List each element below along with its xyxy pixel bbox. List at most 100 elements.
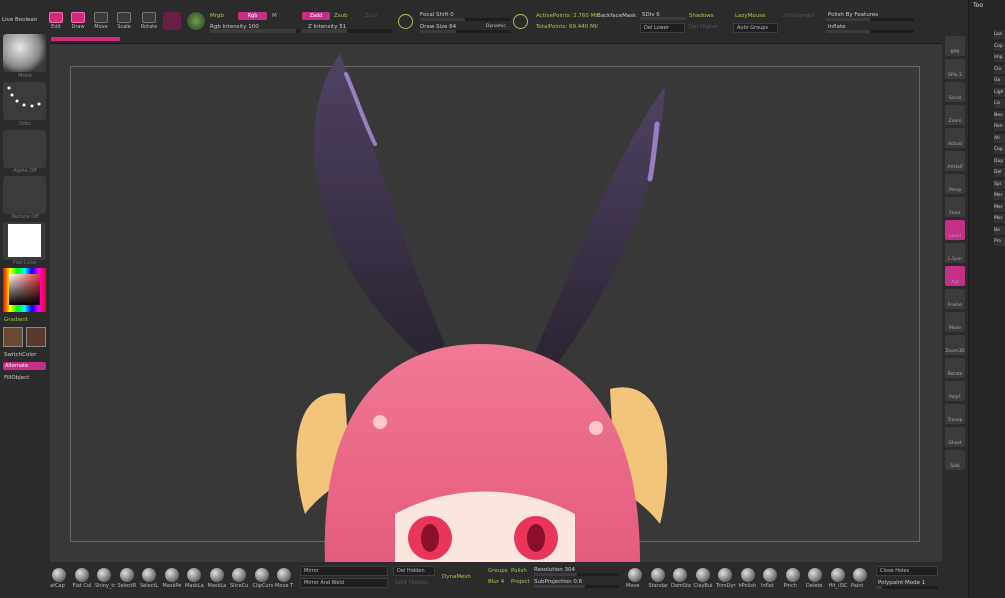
draw-tool-button[interactable]: Draw bbox=[69, 12, 87, 30]
backface-mask-button[interactable]: BackfaceMask bbox=[597, 13, 636, 19]
sculpt-brush-icon[interactable] bbox=[830, 568, 845, 582]
groups-button[interactable]: Groups bbox=[488, 568, 508, 574]
sculptris-icon[interactable] bbox=[163, 12, 181, 30]
gradient-label[interactable]: Gradient bbox=[4, 317, 28, 323]
split-hidden-button[interactable]: Split Hidden bbox=[395, 580, 428, 586]
zcut-button[interactable]: Zcut bbox=[365, 13, 377, 19]
viewport-canvas[interactable] bbox=[50, 44, 942, 562]
tool-palette-item[interactable]: Clo bbox=[994, 64, 1005, 74]
tool-palette-item[interactable]: Cop bbox=[994, 145, 1005, 154]
sculpt-brush-icon[interactable] bbox=[718, 568, 732, 582]
quick-brush-icon[interactable] bbox=[209, 568, 224, 582]
rotate-tool-button[interactable]: Rotate bbox=[138, 12, 160, 30]
quick-brush-icon[interactable] bbox=[119, 568, 134, 582]
focal-shift-icon[interactable] bbox=[398, 14, 413, 29]
tool-palette-item[interactable]: Loa bbox=[994, 30, 1005, 39]
quick-brush-icon[interactable] bbox=[254, 568, 269, 582]
tool-palette-item[interactable]: Pro bbox=[994, 237, 1005, 246]
z-intensity-slider[interactable] bbox=[302, 29, 392, 33]
sculpt-brush-icon[interactable] bbox=[785, 568, 800, 582]
sculpt-brush-icon[interactable] bbox=[808, 568, 822, 582]
dynamic-button[interactable]: Dynamic bbox=[486, 24, 506, 29]
dynamesh-button[interactable]: DynaMesh bbox=[442, 574, 471, 580]
shadows-button[interactable]: Shadows bbox=[689, 13, 714, 19]
color-picker[interactable] bbox=[3, 268, 46, 312]
tool-palette-item[interactable]: Ren bbox=[994, 122, 1005, 131]
blur-label[interactable]: Blur 4 bbox=[488, 579, 504, 585]
tool-palette-item[interactable]: Mer bbox=[994, 214, 1005, 223]
close-holes-button[interactable]: Close Holes bbox=[876, 566, 938, 576]
del-lower-button[interactable]: Del Lower bbox=[640, 23, 685, 33]
switch-color-button[interactable]: SwitchColor bbox=[4, 352, 37, 358]
color-square[interactable] bbox=[9, 274, 40, 305]
tool-palette-item[interactable]: Cop bbox=[994, 41, 1005, 51]
del-hidden-button[interactable]: Del Hidden bbox=[393, 566, 435, 576]
dynamic-d-icon[interactable] bbox=[513, 14, 528, 29]
lazymouse-button[interactable]: LazyMouse bbox=[735, 13, 765, 19]
shelf-label: Rotate bbox=[947, 372, 963, 377]
sculpt-brush-icon[interactable] bbox=[763, 568, 777, 582]
quick-brush-icon[interactable] bbox=[74, 568, 89, 582]
del-higher-button[interactable]: Del Higher bbox=[689, 24, 718, 30]
material-sphere-icon[interactable] bbox=[187, 12, 205, 30]
zsub-button[interactable]: Zsub bbox=[334, 13, 348, 19]
sdiv-slider[interactable] bbox=[640, 17, 686, 20]
fill-object-button[interactable]: FillObject bbox=[4, 375, 29, 381]
tool-palette-item[interactable]: Dup bbox=[994, 156, 1005, 166]
tool-palette-item[interactable]: Nev bbox=[994, 110, 1005, 120]
tool-palette-item[interactable]: Bo bbox=[994, 225, 1005, 235]
tool-palette-item[interactable]: Mer bbox=[994, 202, 1005, 212]
tool-palette-item[interactable]: Spl bbox=[994, 179, 1005, 189]
material-thumbnail[interactable] bbox=[3, 222, 46, 260]
live-boolean-button[interactable]: Live Boolean bbox=[2, 17, 37, 23]
focal-shift-slider[interactable] bbox=[420, 18, 510, 21]
tool-palette-header: Too bbox=[973, 2, 983, 9]
tool-palette-item[interactable]: Mer bbox=[994, 191, 1005, 200]
auto-groups-button[interactable]: Auto Groups bbox=[733, 23, 778, 33]
inflate-slider[interactable] bbox=[826, 30, 914, 33]
resolution-slider[interactable] bbox=[534, 573, 619, 576]
polish-button[interactable]: Polish bbox=[511, 568, 527, 574]
mirror-and-weld-button[interactable]: Mirror And Weld bbox=[300, 578, 388, 588]
mirror-button[interactable]: Mirror bbox=[300, 566, 388, 576]
quick-brush-icon[interactable] bbox=[97, 568, 111, 582]
quick-brush-icon[interactable] bbox=[52, 568, 66, 582]
tool-palette-item[interactable]: All bbox=[994, 133, 1005, 143]
sculpt-brush-icon[interactable] bbox=[740, 568, 755, 582]
edit-tool-button[interactable]: Edit bbox=[47, 12, 65, 30]
zadd-button[interactable]: Zadd bbox=[302, 12, 330, 20]
move-tool-button[interactable]: Move bbox=[92, 12, 110, 30]
rgb-button[interactable]: Rgb bbox=[238, 12, 267, 20]
alpha-thumbnail[interactable] bbox=[3, 130, 46, 168]
alternate-button[interactable]: Alternate bbox=[3, 362, 46, 370]
quick-brush-icon[interactable] bbox=[164, 568, 179, 582]
sculpt-brush-icon[interactable] bbox=[673, 568, 687, 582]
draw-size-slider[interactable] bbox=[420, 30, 510, 33]
sculpt-brush-icon[interactable] bbox=[853, 568, 867, 582]
tool-palette-item[interactable]: Lis bbox=[994, 99, 1005, 108]
quick-brush-icon[interactable] bbox=[142, 568, 156, 582]
main-color-swatch[interactable] bbox=[3, 327, 23, 347]
project-button[interactable]: Project bbox=[511, 579, 530, 585]
mrgb-button[interactable]: Mrgb bbox=[210, 13, 224, 19]
polypaint-mode-slider[interactable] bbox=[876, 586, 938, 589]
tool-palette-item[interactable]: Imp bbox=[994, 53, 1005, 62]
tool-palette-item[interactable]: Go bbox=[994, 76, 1005, 85]
m-button[interactable]: M bbox=[272, 13, 277, 19]
quick-brush-icon[interactable] bbox=[187, 568, 201, 582]
brush-thumbnail[interactable] bbox=[3, 34, 46, 72]
sculpt-brush-icon[interactable] bbox=[628, 568, 642, 582]
quick-brush-icon[interactable] bbox=[277, 568, 291, 582]
texture-thumbnail[interactable] bbox=[3, 176, 46, 214]
tool-palette-item[interactable]: Ligh bbox=[994, 87, 1005, 97]
sculpt-brush-icon[interactable] bbox=[695, 568, 710, 582]
polish-slider[interactable] bbox=[826, 18, 914, 21]
sculpt-brush-icon[interactable] bbox=[650, 568, 665, 582]
tool-palette-item[interactable]: Del bbox=[994, 168, 1005, 177]
rgb-intensity-slider[interactable] bbox=[210, 29, 300, 33]
quick-brush-icon[interactable] bbox=[232, 568, 246, 582]
scale-tool-button[interactable]: Scale bbox=[115, 12, 133, 30]
secondary-color-swatch[interactable] bbox=[26, 327, 46, 347]
stroke-thumbnail[interactable] bbox=[3, 82, 46, 120]
subprojection-slider[interactable] bbox=[534, 585, 619, 588]
